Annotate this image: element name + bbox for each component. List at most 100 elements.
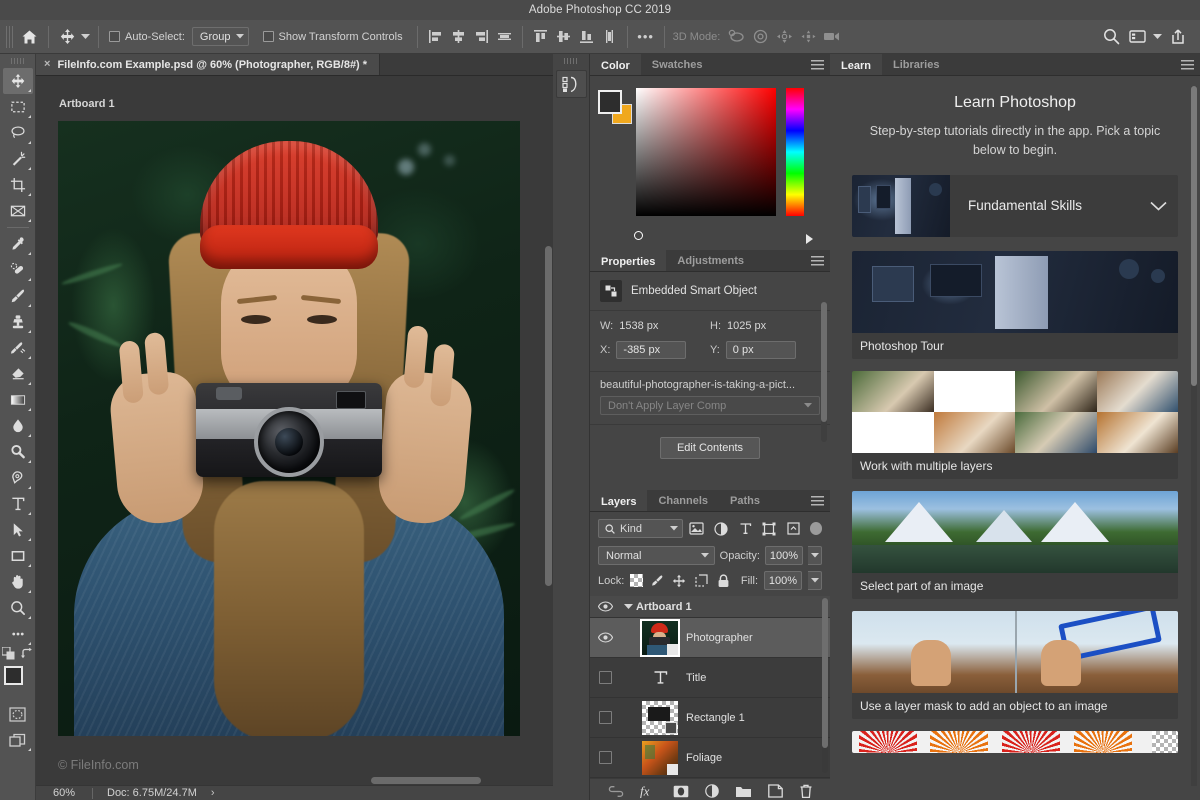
screen-mode-icon[interactable] bbox=[3, 727, 33, 753]
delete-layer-icon[interactable] bbox=[799, 784, 813, 800]
visibility-empty-box[interactable] bbox=[598, 671, 612, 684]
scrollbar-thumb[interactable] bbox=[1191, 86, 1197, 386]
panel-menu-icon[interactable] bbox=[811, 256, 824, 266]
type-tool[interactable] bbox=[3, 491, 33, 517]
chevron-down-icon[interactable] bbox=[1151, 25, 1164, 49]
distribute-horizontally-icon[interactable] bbox=[493, 25, 516, 49]
layer-thumbnail[interactable] bbox=[642, 740, 678, 775]
orbit-3d-icon[interactable] bbox=[724, 25, 748, 49]
fundamental-skills-section[interactable]: Fundamental Skills bbox=[852, 174, 1178, 237]
layer-row-photographer[interactable]: Photographer bbox=[590, 618, 830, 658]
filter-kind-select[interactable]: Kind bbox=[598, 519, 683, 538]
layer-thumbnail[interactable] bbox=[640, 618, 680, 657]
lock-all-icon[interactable] bbox=[715, 573, 731, 589]
canvas-vertical-scrollbar[interactable] bbox=[544, 76, 553, 776]
group-expand-chevron-icon[interactable] bbox=[620, 603, 636, 610]
blur-tool[interactable] bbox=[3, 413, 33, 439]
layer-visibility-toggle[interactable] bbox=[590, 601, 620, 612]
tab-learn[interactable]: Learn bbox=[830, 54, 882, 75]
opacity-stepper[interactable] bbox=[808, 546, 822, 565]
chevron-down-icon[interactable] bbox=[1138, 201, 1178, 211]
scrollbar-thumb[interactable] bbox=[822, 598, 828, 748]
align-bottom-edges-icon[interactable] bbox=[575, 25, 598, 49]
layer-row-rectangle-1[interactable]: Rectangle 1 bbox=[590, 698, 830, 738]
healing-brush-tool[interactable] bbox=[3, 257, 33, 283]
dock-grip[interactable] bbox=[564, 58, 578, 64]
foreground-color-swatch[interactable] bbox=[598, 90, 622, 114]
move-tool-options-chevron-icon[interactable] bbox=[79, 25, 92, 49]
show-transform-controls-checkbox[interactable] bbox=[262, 31, 274, 42]
move-tool[interactable] bbox=[2, 68, 33, 94]
rectangular-marquee-tool[interactable] bbox=[3, 94, 33, 120]
status-expand-arrow[interactable]: › bbox=[211, 787, 215, 799]
scrollbar-thumb[interactable] bbox=[545, 246, 552, 586]
blend-mode-select[interactable]: Normal bbox=[598, 546, 715, 565]
layer-style-fx-icon[interactable]: fx bbox=[640, 784, 657, 800]
opacity-value[interactable]: 100% bbox=[765, 546, 803, 565]
more-options-button[interactable]: ••• bbox=[634, 25, 658, 49]
eyedropper-tool[interactable] bbox=[3, 231, 33, 257]
home-icon[interactable] bbox=[16, 24, 42, 50]
magic-wand-tool[interactable] bbox=[3, 146, 33, 172]
hand-tool[interactable] bbox=[3, 569, 33, 595]
color-field-marker[interactable] bbox=[634, 231, 643, 240]
artboard-canvas[interactable] bbox=[58, 121, 520, 736]
distribute-vertically-icon[interactable] bbox=[598, 25, 621, 49]
tab-color[interactable]: Color bbox=[590, 54, 641, 75]
layer-comp-select[interactable]: Don't Apply Layer Comp bbox=[600, 396, 820, 415]
share-icon[interactable] bbox=[1166, 25, 1190, 49]
scrollbar-thumb[interactable] bbox=[371, 777, 481, 784]
zoom-level[interactable]: 60% bbox=[36, 787, 92, 799]
hue-slider[interactable] bbox=[786, 88, 804, 216]
pan-3d-icon[interactable] bbox=[772, 25, 796, 49]
layer-row-foliage[interactable]: Foliage bbox=[590, 738, 830, 778]
tab-layers[interactable]: Layers bbox=[590, 490, 648, 511]
brush-tool[interactable] bbox=[3, 283, 33, 309]
tab-paths[interactable]: Paths bbox=[719, 490, 771, 511]
gradient-tool[interactable] bbox=[3, 387, 33, 413]
path-selection-tool[interactable] bbox=[3, 517, 33, 543]
panel-menu-icon[interactable] bbox=[811, 496, 824, 506]
tutorial-card-use-a-layer-mask[interactable]: Use a layer mask to add an object to an … bbox=[852, 610, 1178, 719]
auto-select-scope-select[interactable]: Group bbox=[191, 27, 249, 46]
filter-image-icon[interactable] bbox=[687, 518, 707, 539]
hue-slider-marker[interactable] bbox=[806, 234, 813, 244]
tab-swatches[interactable]: Swatches bbox=[641, 54, 714, 75]
history-brush-tool[interactable] bbox=[3, 335, 33, 361]
lock-transparent-pixels-icon[interactable] bbox=[630, 574, 644, 587]
default-colors-icon[interactable] bbox=[0, 646, 15, 663]
filter-enable-toggle[interactable] bbox=[809, 522, 823, 535]
color-panel-swatches[interactable] bbox=[598, 90, 632, 124]
layer-row-artboard-1[interactable]: Artboard 1 bbox=[590, 596, 830, 618]
frame-tool[interactable] bbox=[3, 198, 33, 224]
auto-select-checkbox[interactable] bbox=[109, 31, 120, 42]
align-left-edges-icon[interactable] bbox=[424, 25, 447, 49]
lock-image-pixels-icon[interactable] bbox=[649, 573, 665, 589]
link-layers-icon[interactable] bbox=[608, 785, 624, 800]
history-panel-icon[interactable] bbox=[555, 70, 587, 98]
tutorial-card-select-part-of-an-image[interactable]: Select part of an image bbox=[852, 490, 1178, 599]
move-tool-icon[interactable] bbox=[55, 25, 79, 49]
layer-thumbnail[interactable] bbox=[642, 661, 678, 695]
lasso-tool[interactable] bbox=[3, 120, 33, 146]
options-bar-grip[interactable] bbox=[6, 25, 13, 48]
rectangle-tool[interactable] bbox=[3, 543, 33, 569]
workspace-icon[interactable] bbox=[1125, 25, 1149, 49]
tab-libraries[interactable]: Libraries bbox=[882, 54, 950, 75]
tutorial-card-photoshop-tour[interactable]: Photoshop Tour bbox=[852, 250, 1178, 359]
y-input[interactable]: 0 px bbox=[725, 341, 796, 359]
align-right-edges-icon[interactable] bbox=[470, 25, 493, 49]
add-layer-mask-icon[interactable] bbox=[673, 785, 689, 800]
visibility-empty-box[interactable] bbox=[598, 751, 612, 764]
crop-tool[interactable] bbox=[3, 172, 33, 198]
artboard-name-label[interactable]: Artboard 1 bbox=[59, 98, 115, 110]
tab-channels[interactable]: Channels bbox=[647, 490, 719, 511]
layer-thumbnail[interactable] bbox=[642, 700, 678, 735]
align-top-edges-icon[interactable] bbox=[529, 25, 552, 49]
panel-menu-icon[interactable] bbox=[811, 60, 824, 70]
new-layer-icon[interactable] bbox=[767, 784, 783, 800]
color-field-picker[interactable] bbox=[636, 88, 776, 216]
panel-menu-icon[interactable] bbox=[1181, 60, 1194, 70]
filter-type-icon[interactable] bbox=[735, 518, 755, 539]
visibility-empty-box[interactable] bbox=[598, 711, 612, 724]
